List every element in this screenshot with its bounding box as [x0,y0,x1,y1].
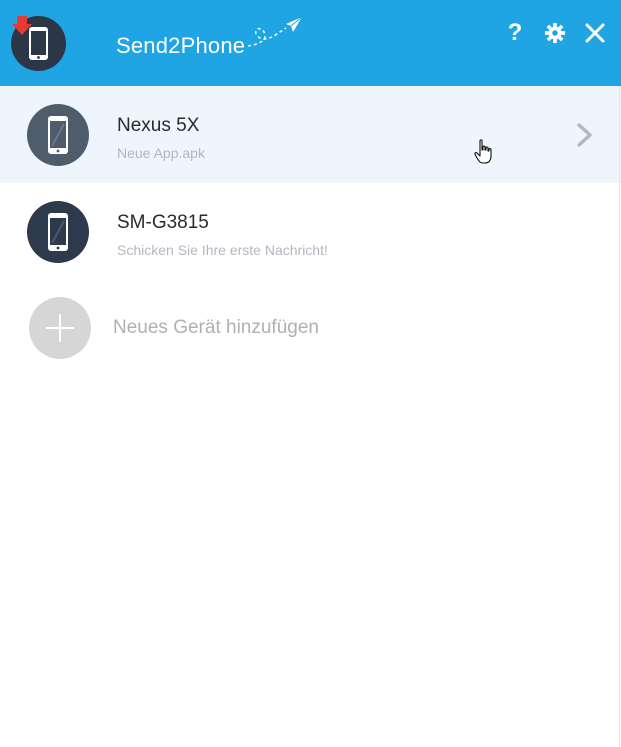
device-subtitle: Neue App.apk [117,145,205,161]
hand-cursor-icon [474,139,492,164]
device-row-nexus-5x[interactable]: Nexus 5X Neue App.apk [0,86,621,183]
device-name: Nexus 5X [117,115,200,136]
add-device-button[interactable]: Neues Gerät hinzufügen [0,280,621,380]
add-device-label: Neues Gerät hinzufügen [113,317,319,338]
help-button[interactable]: ? [500,18,530,48]
gear-icon [544,22,566,44]
plus-icon [46,314,74,342]
help-icon: ? [507,19,523,46]
chevron-right-icon[interactable] [570,120,600,150]
app-window: Send2Phone ? Nexus 5X Neue App.apk SM-G3… [0,0,621,747]
add-device-circle[interactable] [29,297,91,359]
device-list: Nexus 5X Neue App.apk SM-G3815 Schicken … [0,86,621,380]
title-bar: Send2Phone ? [0,0,621,86]
app-logo-icon [11,16,66,71]
app-title: Send2Phone [116,33,246,58]
device-name: SM-G3815 [117,212,209,233]
device-subtitle: Schicken Sie Ihre erste Nachricht! [117,242,328,258]
close-button[interactable] [580,18,610,48]
close-icon [585,23,605,43]
device-row-sm-g3815[interactable]: SM-G3815 Schicken Sie Ihre erste Nachric… [0,183,621,280]
paper-plane-icon [247,16,303,47]
settings-button[interactable] [540,18,570,48]
smartphone-icon [27,104,89,166]
window-border [619,86,620,747]
smartphone-icon [27,201,89,263]
